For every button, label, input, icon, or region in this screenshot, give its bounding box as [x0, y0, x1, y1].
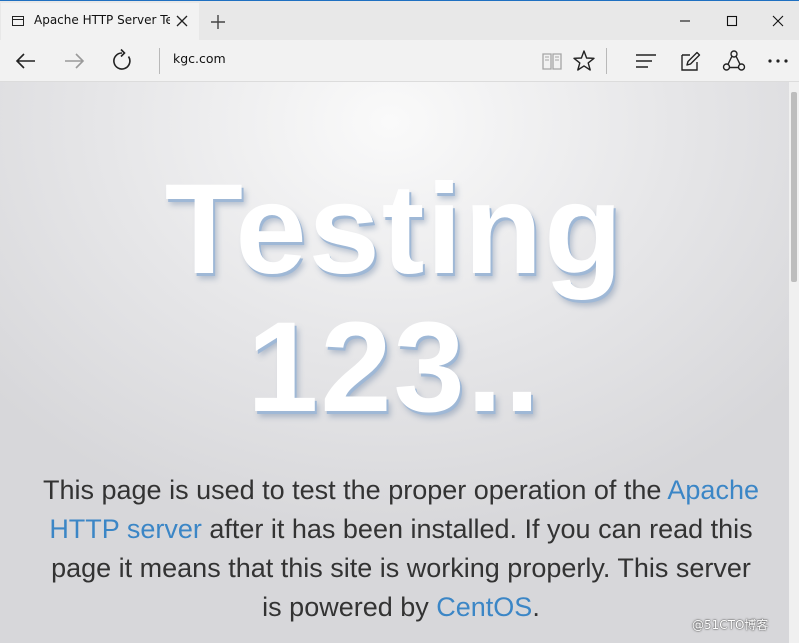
forward-arrow-icon[interactable]: [59, 46, 89, 76]
pen-note-icon[interactable]: [675, 46, 705, 76]
minimize-icon[interactable]: [665, 5, 705, 37]
close-icon[interactable]: [173, 12, 191, 30]
page-icon: [12, 16, 24, 26]
vertical-scrollbar[interactable]: [789, 82, 799, 643]
book-icon[interactable]: [537, 46, 567, 76]
toolbar-separator: [606, 48, 607, 74]
refresh-icon[interactable]: [107, 46, 137, 76]
description-paragraph: This page is used to test the proper ope…: [40, 471, 762, 627]
tab-title: Apache HTTP Server Tes: [34, 13, 170, 27]
watermark: @51CTO博客: [692, 618, 769, 632]
browser-toolbar: kgc.com: [0, 40, 799, 82]
share-icon[interactable]: [719, 46, 749, 76]
browser-tab[interactable]: Apache HTTP Server Tes: [1, 3, 199, 41]
star-icon[interactable]: [569, 46, 599, 76]
headline-123: 123..: [247, 296, 542, 439]
back-arrow-icon[interactable]: [11, 46, 41, 76]
more-icon[interactable]: [763, 46, 793, 76]
description-text-3: .: [532, 592, 540, 622]
window-close-icon[interactable]: [758, 5, 798, 37]
headline-testing: Testing: [164, 158, 625, 301]
centos-link[interactable]: CentOS: [436, 592, 532, 622]
page-viewport: Testing 123.. This page is used to test …: [0, 82, 789, 643]
title-bar: Apache HTTP Server Tes: [0, 0, 799, 41]
scrollbar-thumb[interactable]: [791, 92, 797, 282]
description-text-1: This page is used to test the proper ope…: [43, 475, 668, 505]
plus-icon[interactable]: [206, 10, 230, 34]
address-bar[interactable]: kgc.com: [173, 51, 226, 66]
hub-icon[interactable]: [631, 46, 661, 76]
maximize-icon[interactable]: [712, 5, 752, 37]
address-separator: [159, 48, 160, 74]
